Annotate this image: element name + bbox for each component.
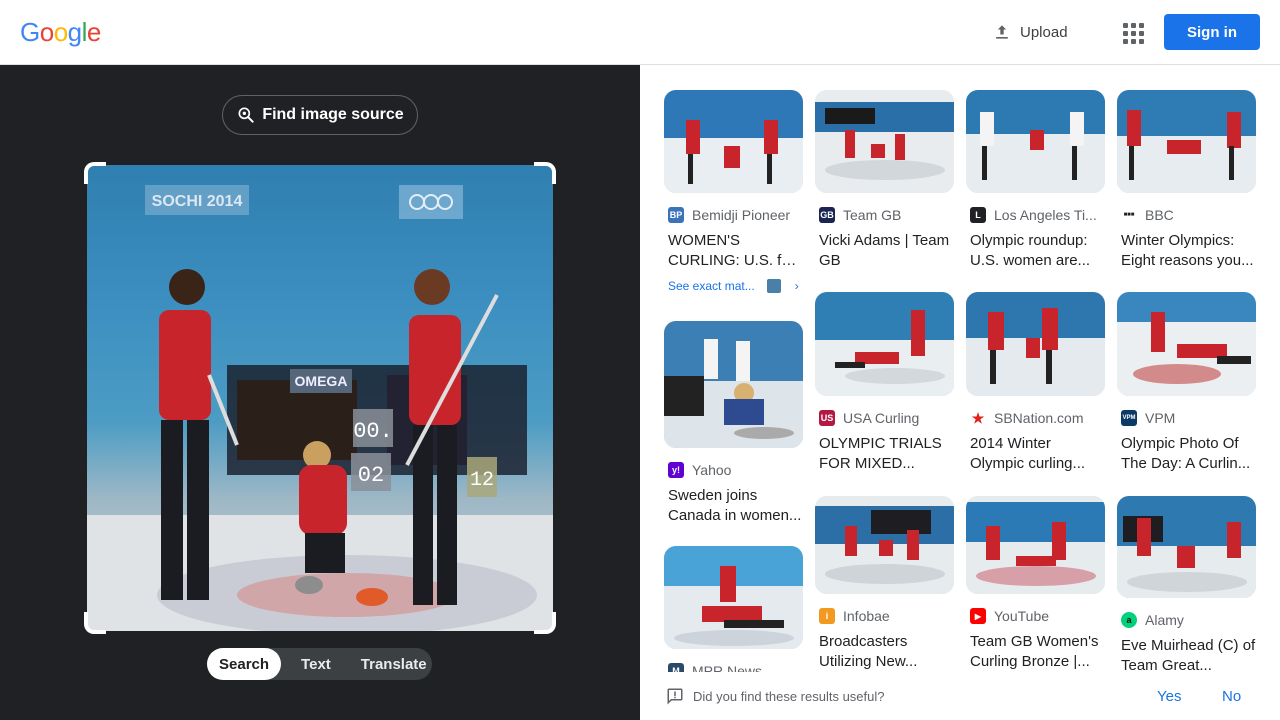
score-side-text: 12 bbox=[470, 469, 494, 492]
result-thumbnail[interactable] bbox=[664, 90, 803, 193]
crop-area[interactable]: SOCHI 2014 OMEGA 00. 02 12 bbox=[84, 162, 556, 634]
result-title[interactable]: Team GB Women's Curling Bronze |... bbox=[966, 632, 1106, 672]
result-thumbnail[interactable] bbox=[815, 90, 954, 193]
mode-translate-tab[interactable]: Translate bbox=[349, 648, 439, 680]
result-card[interactable]: y! Yahoo Sweden joins Canada in women... bbox=[664, 321, 804, 526]
feedback-icon bbox=[667, 688, 683, 705]
result-title[interactable]: Winter Olympics: Eight reasons you... bbox=[1117, 231, 1257, 271]
logo-letter: g bbox=[67, 17, 82, 47]
result-card[interactable]: L Los Angeles Ti... Olympic roundup: U.S.… bbox=[966, 90, 1106, 271]
query-image: SOCHI 2014 OMEGA 00. 02 12 bbox=[87, 165, 553, 631]
chevron-right-icon: › bbox=[794, 279, 799, 293]
result-thumbnail[interactable] bbox=[815, 496, 954, 594]
favicon-icon: ★ bbox=[970, 410, 986, 426]
result-thumbnail[interactable] bbox=[815, 292, 954, 396]
result-thumbnail[interactable] bbox=[664, 321, 803, 448]
logo-letter: e bbox=[86, 17, 101, 47]
youtube-icon: ▶ bbox=[970, 608, 986, 624]
see-exact-matches-label: See exact mat... bbox=[668, 279, 755, 293]
results-panel: BP Bemidji Pioneer WOMEN'S CURLING: U.S. … bbox=[640, 65, 1280, 720]
logo-letter: o bbox=[53, 17, 68, 47]
result-source: Infobae bbox=[843, 608, 890, 624]
result-card[interactable]: M MPR News bbox=[664, 546, 804, 679]
result-title[interactable]: 2014 Winter Olympic curling... bbox=[966, 434, 1106, 474]
top-bar: Google Upload Sign in bbox=[0, 0, 1280, 65]
result-card[interactable]: i Infobae Broadcasters Utilizing New... bbox=[815, 496, 955, 672]
result-thumbnail[interactable] bbox=[1117, 90, 1256, 193]
result-card[interactable]: VPM VPM Olympic Photo Of The Day: A Curli… bbox=[1117, 292, 1257, 474]
crop-handle-top-right[interactable] bbox=[534, 162, 556, 184]
result-thumbnail[interactable] bbox=[1117, 292, 1256, 396]
google-logo[interactable]: Google bbox=[20, 17, 101, 48]
see-exact-matches-link[interactable]: See exact mat... › bbox=[664, 279, 804, 293]
result-thumbnail[interactable] bbox=[664, 546, 803, 649]
result-card[interactable]: ★ SBNation.com 2014 Winter Olympic curlin… bbox=[966, 292, 1106, 474]
query-image-panel: Find image source SOCHI 2014 OMEGA 00. 0… bbox=[0, 65, 640, 720]
result-thumbnail[interactable] bbox=[966, 292, 1105, 396]
favicon-icon: VPM bbox=[1121, 410, 1137, 426]
result-card[interactable]: ▶ YouTube Team GB Women's Curling Bronze … bbox=[966, 496, 1106, 672]
mode-text-tab[interactable]: Text bbox=[289, 648, 343, 680]
result-source: BBC bbox=[1145, 207, 1174, 223]
result-title[interactable]: Sweden joins Canada in women... bbox=[664, 486, 804, 526]
result-card[interactable]: US USA Curling OLYMPIC TRIALS FOR MIXED..… bbox=[815, 292, 955, 474]
favicon-icon: BP bbox=[668, 207, 684, 223]
crop-handle-top-left[interactable] bbox=[84, 162, 106, 184]
mode-switcher: Search Text Translate bbox=[207, 648, 432, 680]
favicon-icon: US bbox=[819, 410, 835, 426]
find-image-source-button[interactable]: Find image source bbox=[222, 95, 418, 135]
score-bottom-text: 02 bbox=[358, 463, 384, 488]
mode-search-tab[interactable]: Search bbox=[207, 648, 282, 680]
sochi-banner-text: SOCHI 2014 bbox=[152, 193, 243, 210]
logo-letter: o bbox=[39, 17, 54, 47]
result-thumbnail[interactable] bbox=[966, 90, 1105, 193]
result-source: VPM bbox=[1145, 410, 1176, 426]
result-card[interactable]: GB Team GB Vicki Adams | Team GB bbox=[815, 90, 955, 271]
exact-match-thumbnail bbox=[766, 279, 781, 293]
result-source: Team GB bbox=[843, 207, 902, 223]
apps-grid-icon[interactable] bbox=[1120, 20, 1144, 44]
result-title[interactable]: Broadcasters Utilizing New... bbox=[815, 632, 955, 672]
feedback-bar: Did you find these results useful? Yes N… bbox=[640, 672, 1280, 720]
result-card[interactable]: ■■■ BBC Winter Olympics: Eight reasons yo… bbox=[1117, 90, 1257, 271]
sign-in-button[interactable]: Sign in bbox=[1164, 14, 1260, 50]
feedback-no-button[interactable]: No bbox=[1222, 688, 1241, 705]
score-top-text: 00. bbox=[353, 419, 393, 444]
result-thumbnail[interactable] bbox=[1117, 496, 1256, 598]
result-title[interactable]: Olympic roundup: U.S. women are... bbox=[966, 231, 1106, 271]
result-source: USA Curling bbox=[843, 410, 920, 426]
result-source: Alamy bbox=[1145, 612, 1184, 628]
result-title[interactable]: Eve Muirhead (C) of Team Great... bbox=[1117, 636, 1257, 676]
crop-handle-bottom-left[interactable] bbox=[84, 612, 106, 634]
feedback-yes-button[interactable]: Yes bbox=[1157, 688, 1181, 705]
crop-handle-bottom-right[interactable] bbox=[534, 612, 556, 634]
result-title[interactable]: OLYMPIC TRIALS FOR MIXED... bbox=[815, 434, 955, 474]
result-thumbnail[interactable] bbox=[966, 496, 1105, 594]
upload-icon bbox=[996, 25, 1008, 39]
favicon-icon: L bbox=[970, 207, 986, 223]
result-source: Bemidji Pioneer bbox=[692, 207, 791, 223]
result-title[interactable]: WOMEN'S CURLING: U.S. falls to... bbox=[664, 231, 804, 271]
result-card[interactable]: a Alamy Eve Muirhead (C) of Team Great... bbox=[1117, 496, 1257, 676]
omega-text: OMEGA bbox=[295, 373, 348, 389]
upload-label: Upload bbox=[1020, 23, 1068, 41]
lens-search-icon bbox=[238, 107, 254, 123]
result-source: YouTube bbox=[994, 608, 1050, 624]
result-source: SBNation.com bbox=[994, 410, 1084, 426]
result-source: Yahoo bbox=[692, 462, 732, 478]
favicon-icon: i bbox=[819, 608, 835, 624]
find-image-source-label: Find image source bbox=[262, 106, 404, 123]
result-source: Los Angeles Ti... bbox=[994, 207, 1097, 223]
favicon-icon: a bbox=[1121, 612, 1137, 628]
logo-letter: G bbox=[20, 17, 40, 47]
favicon-icon: y! bbox=[668, 462, 684, 478]
result-title[interactable]: Olympic Photo Of The Day: A Curlin... bbox=[1117, 434, 1257, 474]
bbc-icon: ■■■ bbox=[1121, 207, 1137, 223]
feedback-question: Did you find these results useful? bbox=[693, 688, 885, 704]
result-title[interactable]: Vicki Adams | Team GB bbox=[815, 231, 955, 271]
upload-button[interactable]: Upload bbox=[992, 20, 1068, 44]
favicon-icon: GB bbox=[819, 207, 835, 223]
result-card[interactable]: BP Bemidji Pioneer WOMEN'S CURLING: U.S. … bbox=[664, 90, 804, 293]
